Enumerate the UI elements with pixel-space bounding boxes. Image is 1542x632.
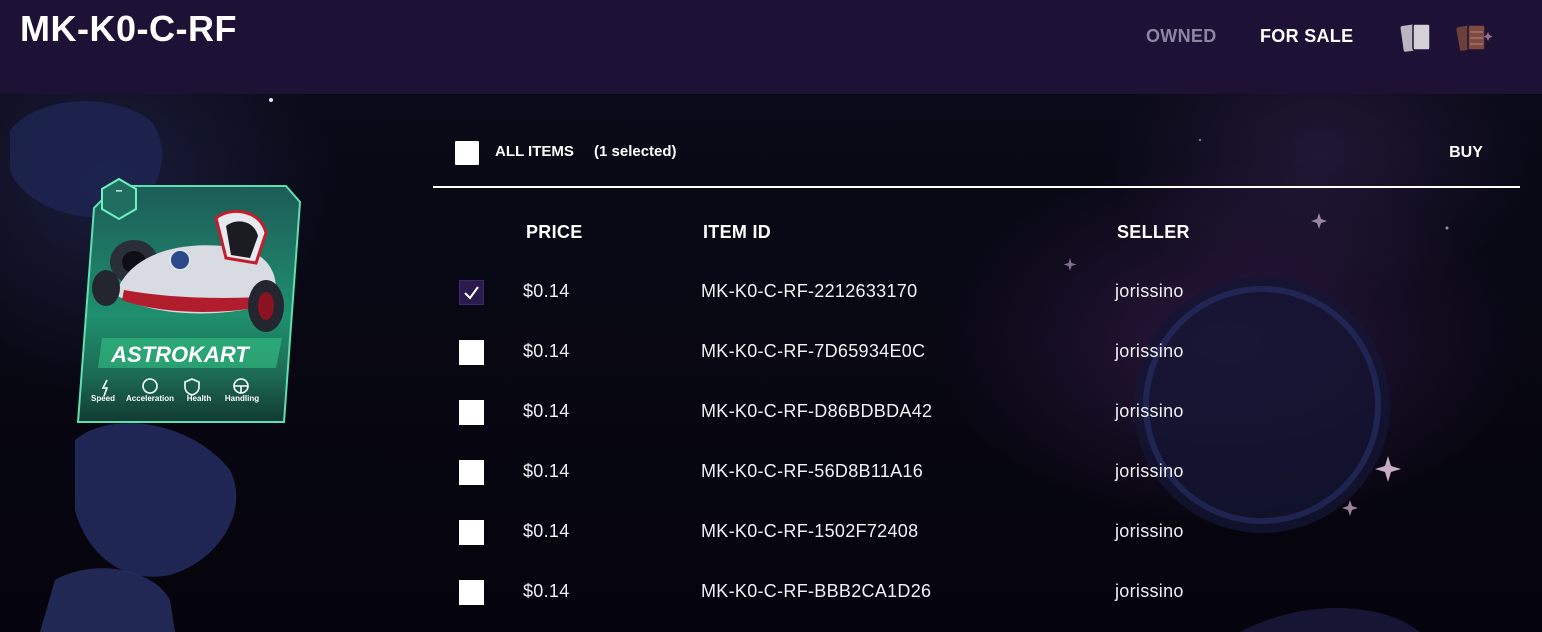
select-all-checkbox[interactable] [455,141,479,165]
buy-button[interactable]: BUY [1436,138,1496,168]
table-row[interactable]: $0.14 MK-K0-C-RF-D86BDBDA42 jorissino [440,392,1520,432]
page-title: MK-K0-C-RF [20,8,237,49]
checkmark-icon [464,286,479,300]
row-seller[interactable]: jorissino [1115,461,1184,482]
item-card: Speed Acceleration Health Handling – AST… [76,177,304,424]
row-item-id: MK-K0-C-RF-2212633170 [701,281,918,301]
column-header-seller[interactable]: SELLER [1117,222,1190,243]
all-items-label: ALL ITEMS [495,143,574,160]
row-price: $0.14 [523,401,570,421]
table-row[interactable]: $0.14 MK-K0-C-RF-56D8B11A16 jorissino [440,452,1520,492]
row-item-id: MK-K0-C-RF-BBB2CA1D26 [701,581,932,601]
row-price: $0.14 [523,341,570,361]
row-seller[interactable]: jorissino [1115,581,1184,602]
top-header: MK-K0-C-RF OWNED FOR SALE [0,0,1542,94]
row-checkbox[interactable] [459,580,484,605]
row-seller[interactable]: jorissino [1115,281,1184,302]
table-row[interactable]: $0.14 MK-K0-C-RF-1502F72408 jorissino [440,512,1520,552]
row-item-id: MK-K0-C-RF-56D8B11A16 [701,461,924,481]
row-price: $0.14 [523,281,570,301]
tab-owned[interactable]: OWNED [1146,26,1217,47]
row-seller[interactable]: jorissino [1115,341,1184,362]
column-header-item-id[interactable]: ITEM ID [703,222,771,243]
card-name: ASTROKART [110,342,250,367]
row-seller[interactable]: jorissino [1115,521,1184,542]
row-price: $0.14 [523,521,570,541]
row-price: $0.14 [523,581,570,601]
card-badge: – [116,183,123,197]
table-row[interactable]: $0.14 MK-K0-C-RF-7D65934E0C jorissino [440,332,1520,372]
row-price: $0.14 [523,461,570,481]
row-item-id: MK-K0-C-RF-D86BDBDA42 [701,401,933,421]
gift-cards-icon[interactable] [1454,20,1494,56]
row-checkbox[interactable] [459,460,484,485]
stat-speed-label: Speed [91,394,115,403]
row-seller[interactable]: jorissino [1115,401,1184,422]
stat-health-label: Health [187,394,212,403]
row-checkbox[interactable] [459,400,484,425]
tab-for-sale[interactable]: FOR SALE [1260,26,1353,47]
table-row[interactable]: $0.14 MK-K0-C-RF-2212633170 jorissino [440,272,1520,312]
row-checkbox[interactable] [459,280,484,305]
row-item-id: MK-K0-C-RF-7D65934E0C [701,341,926,361]
table-row[interactable]: $0.14 MK-K0-C-RF-BBB2CA1D26 jorissino [440,572,1520,612]
column-header-price[interactable]: PRICE [526,222,583,243]
cards-icon[interactable] [1396,20,1436,56]
stat-handling-label: Handling [225,394,259,403]
selected-count: (1 selected) [594,143,677,160]
row-checkbox[interactable] [459,340,484,365]
divider [433,186,1520,188]
row-item-id: MK-K0-C-RF-1502F72408 [701,521,919,541]
row-checkbox[interactable] [459,520,484,545]
stat-acceleration-label: Acceleration [126,394,174,403]
